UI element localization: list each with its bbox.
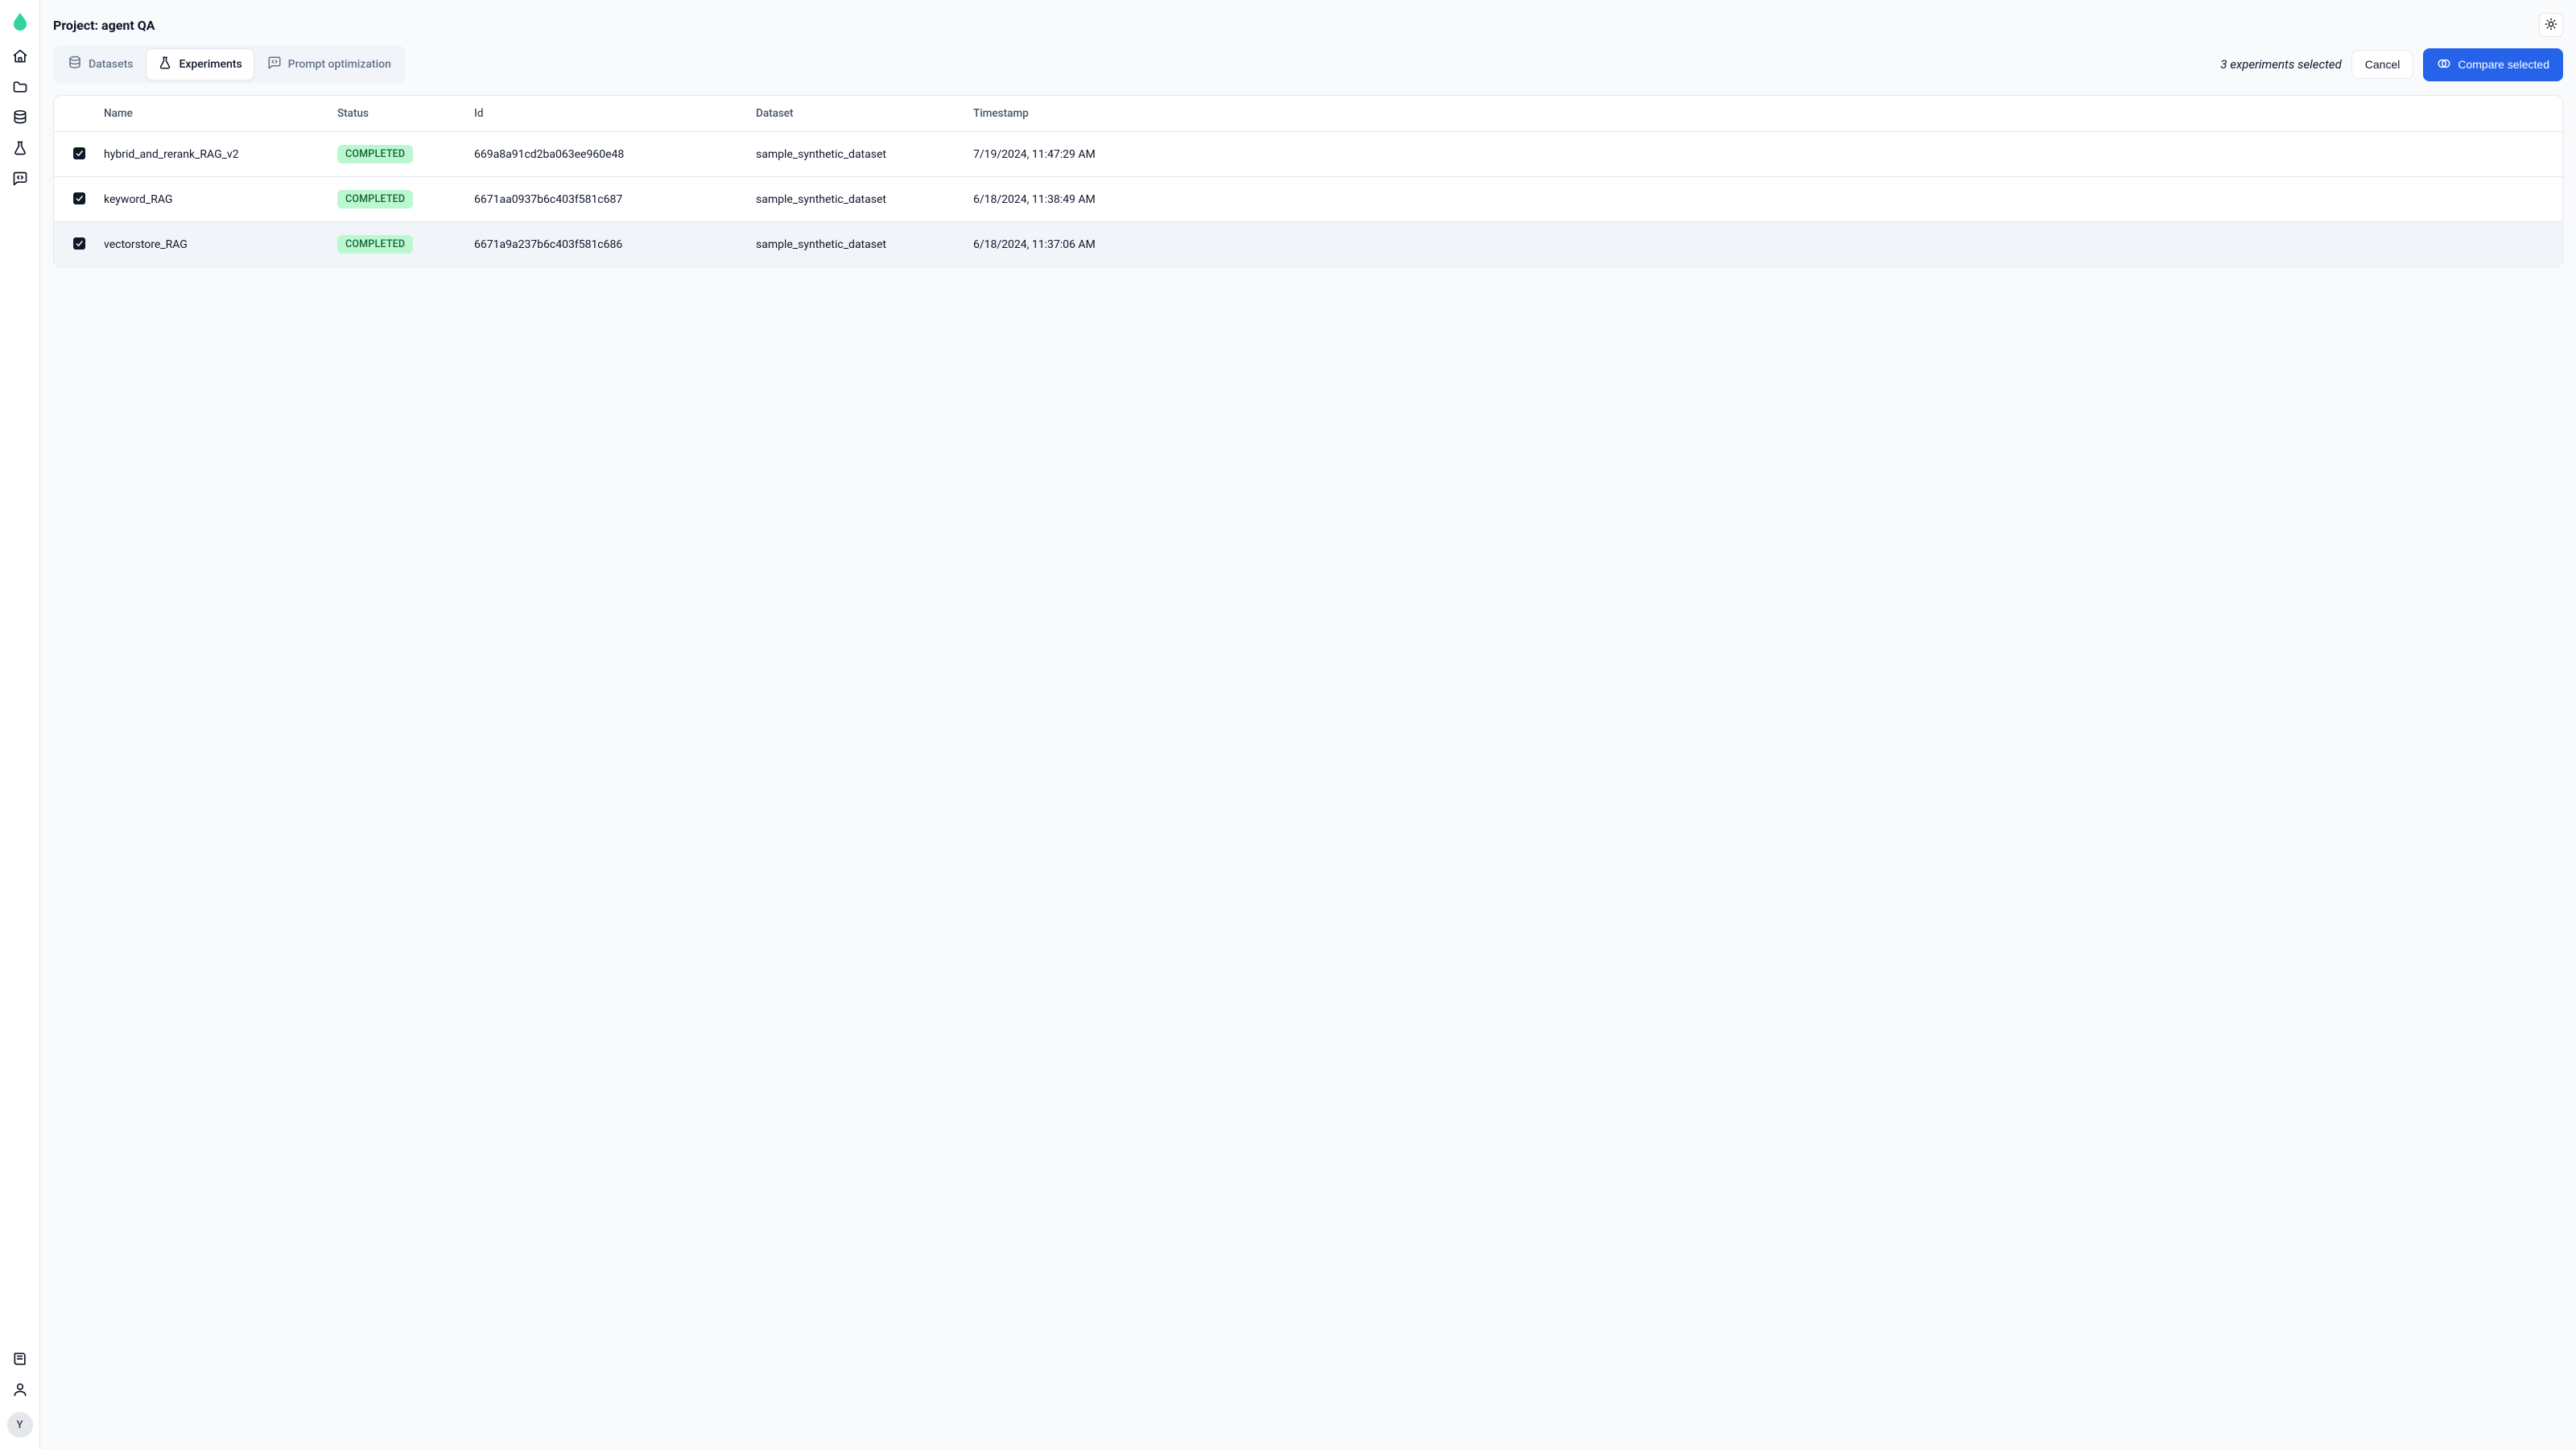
tab-prompt-optimization[interactable]: Prompt optimization — [256, 48, 402, 80]
user-icon[interactable] — [12, 1381, 28, 1397]
main-panel: Project: agent QA Datasets Experiments — [40, 0, 2576, 1449]
row-checkbox[interactable] — [73, 237, 85, 250]
table-row[interactable]: hybrid_and_rerank_RAG_v2 COMPLETED 669a8… — [54, 132, 2562, 177]
cell-name: keyword_RAG — [94, 177, 328, 222]
database-icon[interactable] — [12, 109, 28, 126]
page-title: Project: agent QA — [53, 18, 155, 33]
column-header-status[interactable]: Status — [328, 96, 464, 132]
column-header-dataset[interactable]: Dataset — [746, 96, 964, 132]
view-tabs: Datasets Experiments Prompt optimization — [53, 45, 406, 84]
column-header-name[interactable]: Name — [94, 96, 328, 132]
table-header-row: Name Status Id Dataset Timestamp — [54, 96, 2562, 132]
tab-label: Datasets — [89, 58, 133, 71]
status-badge: COMPLETED — [337, 235, 413, 254]
cell-name: vectorstore_RAG — [94, 222, 328, 267]
database-icon — [68, 56, 82, 73]
controls-row: Datasets Experiments Prompt optimization… — [40, 45, 2576, 95]
cell-timestamp: 6/18/2024, 11:37:06 AM — [964, 222, 2562, 267]
avatar-initial: Y — [17, 1419, 23, 1431]
avatar[interactable]: Y — [7, 1412, 33, 1438]
cell-id: 669a8a91cd2ba063ee960e48 — [464, 132, 746, 177]
column-header-timestamp[interactable]: Timestamp — [964, 96, 2562, 132]
topbar: Project: agent QA — [40, 0, 2576, 45]
cell-id: 6671aa0937b6c403f581c687 — [464, 177, 746, 222]
theme-toggle[interactable] — [2539, 13, 2563, 37]
selection-summary: 3 experiments selected — [2220, 57, 2341, 72]
status-badge: COMPLETED — [337, 145, 413, 163]
sun-icon — [2545, 18, 2557, 33]
cell-timestamp: 6/18/2024, 11:38:49 AM — [964, 177, 2562, 222]
cell-dataset: sample_synthetic_dataset — [746, 132, 964, 177]
column-header-checkbox — [54, 96, 94, 132]
row-checkbox[interactable] — [73, 147, 85, 159]
chat-code-icon — [267, 56, 282, 73]
flask-icon — [158, 56, 172, 73]
cell-timestamp: 7/19/2024, 11:47:29 AM — [964, 132, 2562, 177]
tab-experiments[interactable]: Experiments — [146, 48, 254, 80]
status-badge: COMPLETED — [337, 190, 413, 208]
compare-selected-button[interactable]: Compare selected — [2423, 48, 2563, 81]
folder-icon[interactable] — [12, 79, 28, 95]
cell-dataset: sample_synthetic_dataset — [746, 222, 964, 267]
app-logo[interactable] — [10, 11, 30, 31]
experiments-table: Name Status Id Dataset Timestamp hybrid_… — [53, 95, 2563, 267]
cell-dataset: sample_synthetic_dataset — [746, 177, 964, 222]
sidebar: Y — [0, 0, 40, 1449]
tab-label: Prompt optimization — [288, 58, 391, 71]
cancel-button[interactable]: Cancel — [2351, 50, 2414, 79]
row-checkbox[interactable] — [73, 192, 85, 204]
button-label: Cancel — [2365, 58, 2401, 71]
compare-icon — [2437, 56, 2451, 73]
table-row[interactable]: vectorstore_RAG COMPLETED 6671a9a237b6c4… — [54, 222, 2562, 267]
tab-label: Experiments — [179, 58, 242, 71]
home-icon[interactable] — [12, 48, 28, 64]
column-header-id[interactable]: Id — [464, 96, 746, 132]
cell-id: 6671a9a237b6c403f581c686 — [464, 222, 746, 267]
book-icon[interactable] — [12, 1351, 28, 1367]
button-label: Compare selected — [2458, 58, 2549, 71]
table-row[interactable]: keyword_RAG COMPLETED 6671aa0937b6c403f5… — [54, 177, 2562, 222]
flask-icon[interactable] — [12, 140, 28, 156]
chat-code-icon[interactable] — [12, 171, 28, 187]
tab-datasets[interactable]: Datasets — [56, 48, 144, 80]
cell-name: hybrid_and_rerank_RAG_v2 — [94, 132, 328, 177]
